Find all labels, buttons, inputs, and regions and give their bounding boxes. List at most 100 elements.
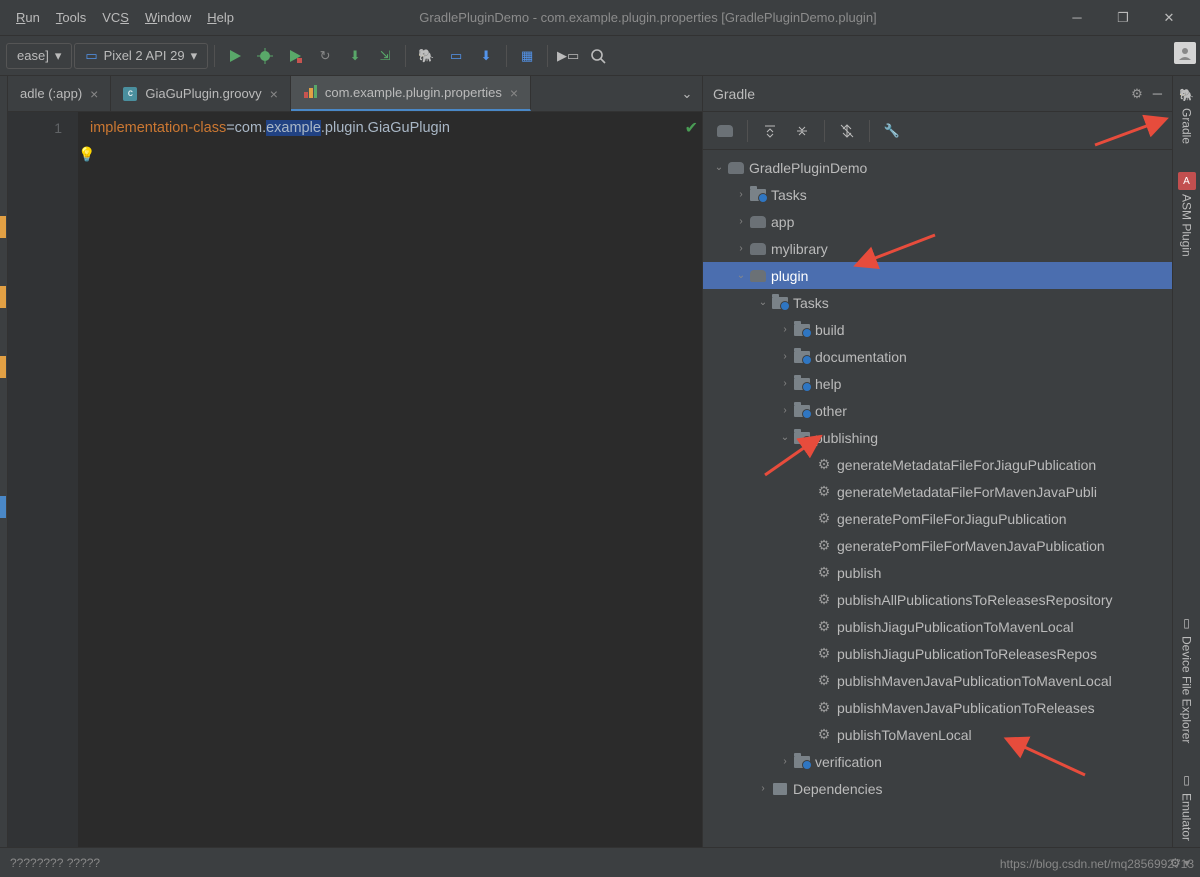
tree-documentation[interactable]: › documentation	[703, 343, 1172, 370]
tree-plugin[interactable]: ⌄plugin	[703, 262, 1172, 289]
attach-debugger-button[interactable]: ⬇	[341, 42, 369, 70]
tree-publishing[interactable]: ⌄publishing	[703, 424, 1172, 451]
tree-task-8[interactable]: ⚙publishMavenJavaPublicationToMavenLocal	[703, 667, 1172, 694]
run-button[interactable]	[221, 42, 249, 70]
tree-node-label: app	[771, 214, 794, 230]
stop-button[interactable]: ⇲	[371, 42, 399, 70]
tree-node-label: build	[815, 322, 845, 338]
avd-button[interactable]: ▭	[442, 42, 470, 70]
gradle-tree[interactable]: ⌄GradlePluginDemo›Tasks›app›mylibrary⌄pl…	[703, 150, 1172, 847]
tree-root[interactable]: ⌄GradlePluginDemo	[703, 154, 1172, 181]
tree-plugin-tasks[interactable]: ⌄Tasks	[703, 289, 1172, 316]
menu-tools[interactable]: Tools	[48, 6, 94, 29]
gradle-settings-icon[interactable]: ⚙	[1131, 86, 1143, 102]
user-avatar-icon[interactable]	[1174, 42, 1196, 64]
tab-label: adle (:app)	[20, 86, 82, 101]
tree-node-icon: ⚙	[815, 672, 833, 689]
gradle-offline-icon[interactable]	[833, 117, 861, 145]
tabs-dropdown-icon[interactable]: ⌄	[672, 76, 702, 111]
tree-arrow-icon: ›	[777, 351, 793, 362]
watermark-text: https://blog.csdn.net/mq2856992713	[1000, 857, 1194, 871]
tree-node-icon	[771, 297, 789, 309]
tab-close-icon[interactable]: ×	[510, 85, 518, 101]
gradle-minimize-icon[interactable]: ─	[1153, 86, 1162, 102]
titlebar: Run Tools VCS Window Help GradlePluginDe…	[0, 0, 1200, 36]
layout-inspect-button[interactable]: ▶▭	[554, 42, 582, 70]
editor-tabs: adle (:app) × c GiaGuPlugin.groovy × com…	[8, 76, 702, 112]
device-combo[interactable]: ▭Pixel 2 API 29▾	[74, 43, 208, 69]
editor[interactable]: 1 implementation-class=com.example.plugi…	[8, 112, 702, 847]
sidebar-item-gradle[interactable]: 🐘Gradle	[1176, 80, 1198, 150]
sidebar-item-device-explorer[interactable]: ▯Device File Explorer	[1176, 608, 1198, 749]
tree-node-icon	[749, 270, 767, 282]
tree-task-9[interactable]: ⚙publishMavenJavaPublicationToReleases	[703, 694, 1172, 721]
sidebar-item-asm[interactable]: AASM Plugin	[1176, 166, 1198, 263]
inspection-ok-icon[interactable]: ✔	[685, 118, 698, 138]
tree-node-label: publish	[837, 565, 881, 581]
sdk-button[interactable]: ⬇	[472, 42, 500, 70]
tree-task-5[interactable]: ⚙publishAllPublicationsToReleasesReposit…	[703, 586, 1172, 613]
intention-bulb-icon[interactable]: 💡	[78, 146, 95, 163]
tree-task-7[interactable]: ⚙publishJiaguPublicationToReleasesRepos	[703, 640, 1172, 667]
gradle-collapse-icon[interactable]	[788, 117, 816, 145]
tree-task-2[interactable]: ⚙generatePomFileForJiaguPublication	[703, 505, 1172, 532]
gradle-expand-icon[interactable]	[756, 117, 784, 145]
tree-task-1[interactable]: ⚙generateMetadataFileForMavenJavaPubli	[703, 478, 1172, 505]
tree-arrow-icon: ›	[777, 405, 793, 416]
tree-node-label: Tasks	[771, 187, 807, 203]
tree-task-10[interactable]: ⚙publishToMavenLocal	[703, 721, 1172, 748]
tab-properties[interactable]: com.example.plugin.properties ×	[291, 76, 531, 111]
tree-node-icon	[793, 756, 811, 768]
tree-task-6[interactable]: ⚙publishJiaguPublicationToMavenLocal	[703, 613, 1172, 640]
tree-app[interactable]: › app	[703, 208, 1172, 235]
menu-window[interactable]: Window	[137, 6, 199, 29]
tree-task-3[interactable]: ⚙generatePomFileForMavenJavaPublication	[703, 532, 1172, 559]
tree-arrow-icon: ⌄	[777, 432, 793, 443]
tree-node-label: publishToMavenLocal	[837, 727, 972, 743]
tree-task-4[interactable]: ⚙publish	[703, 559, 1172, 586]
tree-build[interactable]: ›build	[703, 316, 1172, 343]
tree-node-icon: ⚙	[815, 537, 833, 554]
window-title: GradlePluginDemo - com.example.plugin.pr…	[242, 10, 1054, 25]
code-content[interactable]: implementation-class=com.example.plugin.…	[78, 112, 702, 847]
menu-vcs[interactable]: VCS	[94, 6, 137, 29]
tab-close-icon[interactable]: ×	[90, 86, 98, 102]
tree-arrow-icon: ⌄	[711, 162, 727, 173]
tree-arrow-icon: ›	[733, 216, 749, 227]
coverage-button[interactable]	[281, 42, 309, 70]
tree-node-label: documentation	[815, 349, 907, 365]
tree-node-label: generateMetadataFileForMavenJavaPubli	[837, 484, 1097, 500]
status-left-text: ???????? ?????	[10, 856, 100, 870]
profile-button[interactable]: ↻	[311, 42, 339, 70]
search-button[interactable]	[584, 42, 612, 70]
tree-task-0[interactable]: ⚙generateMetadataFileForJiaguPublication	[703, 451, 1172, 478]
menu-help[interactable]: Help	[199, 6, 242, 29]
tree-tasks[interactable]: ›Tasks	[703, 181, 1172, 208]
properties-file-icon	[303, 84, 317, 101]
tab-close-icon[interactable]: ×	[270, 86, 278, 102]
sync-button[interactable]: 🐘	[412, 42, 440, 70]
tree-help[interactable]: ›help	[703, 370, 1172, 397]
tree-node-icon: ⚙	[815, 618, 833, 635]
tree-arrow-icon: ⌄	[755, 297, 771, 308]
close-button[interactable]: ✕	[1146, 3, 1192, 33]
left-tool-stripe	[0, 76, 8, 847]
run-config-combo[interactable]: ease]▾	[6, 43, 72, 69]
tab-giaguplugin[interactable]: c GiaGuPlugin.groovy ×	[111, 76, 291, 111]
sidebar-item-emulator[interactable]: ▯Emulator	[1176, 765, 1198, 847]
maximize-button[interactable]: ❐	[1100, 3, 1146, 33]
elephant-icon: 🐘	[1178, 86, 1196, 104]
tab-gradle-app[interactable]: adle (:app) ×	[8, 76, 111, 111]
debug-button[interactable]	[251, 42, 279, 70]
menu-run[interactable]: Run	[8, 6, 48, 29]
tree-mylibrary[interactable]: ›mylibrary	[703, 235, 1172, 262]
right-tool-stripe: 🐘Gradle AASM Plugin ▯Device File Explore…	[1172, 76, 1200, 847]
resource-button[interactable]: ▦	[513, 42, 541, 70]
gradle-reload-icon[interactable]	[711, 117, 739, 145]
tree-verification[interactable]: ›verification	[703, 748, 1172, 775]
tree-node-icon	[793, 405, 811, 417]
gradle-wrench-icon[interactable]: 🔧	[878, 117, 906, 145]
tree-other[interactable]: ›other	[703, 397, 1172, 424]
minimize-button[interactable]: ─	[1054, 3, 1100, 33]
tree-dependencies[interactable]: ›Dependencies	[703, 775, 1172, 802]
